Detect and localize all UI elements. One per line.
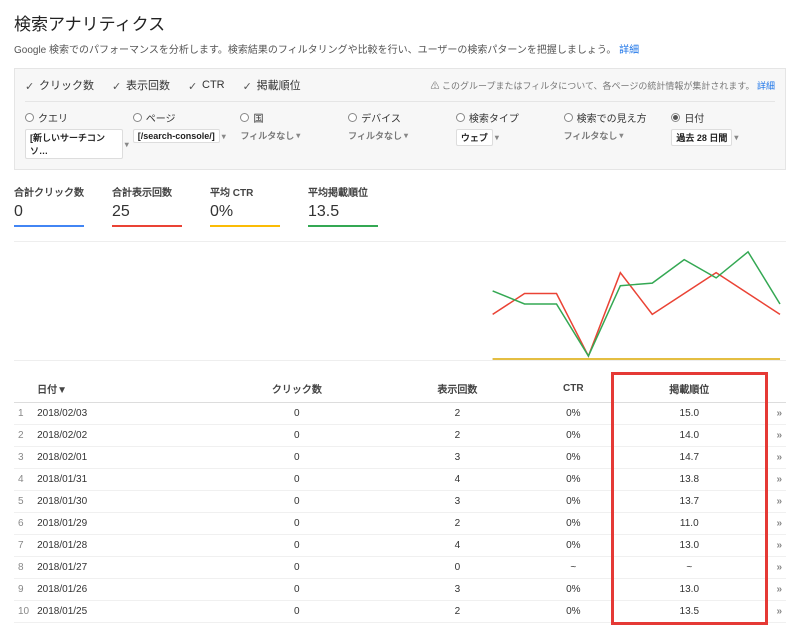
- data-table-wrap: 日付▼ クリック数 表示回数 CTR 掲載順位 12018/02/03020%1…: [14, 375, 786, 623]
- row-expand-icon[interactable]: »: [762, 535, 786, 557]
- col-clicks[interactable]: クリック数: [209, 375, 385, 403]
- notice-details-link[interactable]: 詳細: [757, 81, 775, 91]
- row-expand-icon[interactable]: »: [762, 447, 786, 469]
- filter-1[interactable]: ページ[/search-console/] ▾: [133, 110, 237, 159]
- chevron-down-icon: ▾: [404, 131, 408, 140]
- total-card: 平均掲載順位13.5: [308, 184, 388, 227]
- chevron-down-icon: ▾: [619, 131, 623, 140]
- table-row[interactable]: 22018/02/02020%14.0»: [14, 425, 786, 447]
- filter-4[interactable]: 検索タイプウェブ ▾: [456, 110, 560, 159]
- chevron-down-icon: ▾: [296, 131, 300, 140]
- radio-icon: [671, 113, 680, 122]
- aggregation-notice: ⚠ このグループまたはフィルタについて、各ページの統計情報が集計されます。 詳細: [430, 79, 775, 92]
- table-row[interactable]: 72018/01/28040%13.0»: [14, 535, 786, 557]
- row-expand-icon[interactable]: »: [762, 579, 786, 601]
- page-subtitle: Google 検索でのパフォーマンスを分析します。検索結果のフィルタリングや比較…: [14, 41, 786, 56]
- metric-ctr[interactable]: ✓CTR: [188, 79, 225, 91]
- table-row[interactable]: 82018/01/2700~~»: [14, 557, 786, 579]
- filters-row: クエリ[新しいサーチコンソ… ▾ページ[/search-console/] ▾国…: [25, 110, 775, 159]
- trend-chart: [14, 241, 786, 361]
- check-icon: ✓: [188, 80, 198, 90]
- radio-icon: [240, 113, 249, 122]
- total-card: 合計表示回数25: [112, 184, 192, 227]
- table-row[interactable]: 32018/02/01030%14.7»: [14, 447, 786, 469]
- check-icon: ✓: [112, 80, 122, 90]
- page-title: 検索アナリティクス: [14, 10, 786, 35]
- row-expand-icon[interactable]: »: [762, 513, 786, 535]
- col-date[interactable]: 日付▼: [33, 375, 209, 403]
- row-expand-icon[interactable]: »: [762, 469, 786, 491]
- filter-0[interactable]: クエリ[新しいサーチコンソ… ▾: [25, 110, 129, 159]
- metric-impressions[interactable]: ✓表示回数: [112, 77, 170, 93]
- table-row[interactable]: 52018/01/30030%13.7»: [14, 491, 786, 513]
- row-expand-icon[interactable]: »: [762, 491, 786, 513]
- filter-panel: ✓クリック数 ✓表示回数 ✓CTR ✓掲載順位 ⚠ このグループまたはフィルタに…: [14, 68, 786, 170]
- chevron-down-icon: ▾: [734, 133, 738, 142]
- metric-clicks[interactable]: ✓クリック数: [25, 77, 94, 93]
- radio-icon: [456, 113, 465, 122]
- table-row[interactable]: 12018/02/03020%15.0»: [14, 403, 786, 425]
- row-expand-icon[interactable]: »: [762, 425, 786, 447]
- row-expand-icon[interactable]: »: [762, 601, 786, 623]
- filter-5[interactable]: 検索での見え方フィルタなし ▾: [564, 110, 668, 159]
- row-expand-icon[interactable]: »: [762, 403, 786, 425]
- subtitle-details-link[interactable]: 詳細: [619, 45, 639, 56]
- chevron-down-icon: ▾: [495, 133, 499, 142]
- check-icon: ✓: [243, 80, 253, 90]
- metrics-row: ✓クリック数 ✓表示回数 ✓CTR ✓掲載順位 ⚠ このグループまたはフィルタに…: [25, 77, 775, 102]
- total-card: 合計クリック数0: [14, 184, 94, 227]
- check-icon: ✓: [25, 80, 35, 90]
- table-row[interactable]: 102018/01/25020%13.5»: [14, 601, 786, 623]
- radio-icon: [564, 113, 573, 122]
- data-table: 日付▼ クリック数 表示回数 CTR 掲載順位 12018/02/03020%1…: [14, 375, 786, 623]
- table-row[interactable]: 42018/01/31040%13.8»: [14, 469, 786, 491]
- filter-3[interactable]: デバイスフィルタなし ▾: [348, 110, 452, 159]
- col-ctr[interactable]: CTR: [530, 375, 617, 403]
- chevron-down-icon: ▾: [222, 132, 226, 141]
- radio-icon: [348, 113, 357, 122]
- radio-icon: [133, 113, 142, 122]
- row-expand-icon[interactable]: »: [762, 557, 786, 579]
- radio-icon: [25, 113, 34, 122]
- table-row[interactable]: 92018/01/26030%13.0»: [14, 579, 786, 601]
- col-position[interactable]: 掲載順位: [617, 375, 762, 403]
- metric-position[interactable]: ✓掲載順位: [243, 77, 301, 93]
- totals-row: 合計クリック数0 合計表示回数25 平均 CTR0% 平均掲載順位13.5: [14, 184, 786, 227]
- col-impr[interactable]: 表示回数: [385, 375, 530, 403]
- filter-2[interactable]: 国フィルタなし ▾: [240, 110, 344, 159]
- chevron-down-icon: ▾: [125, 140, 129, 149]
- total-card: 平均 CTR0%: [210, 184, 290, 227]
- table-row[interactable]: 62018/01/29020%11.0»: [14, 513, 786, 535]
- filter-6[interactable]: 日付過去 28 日間 ▾: [671, 110, 775, 159]
